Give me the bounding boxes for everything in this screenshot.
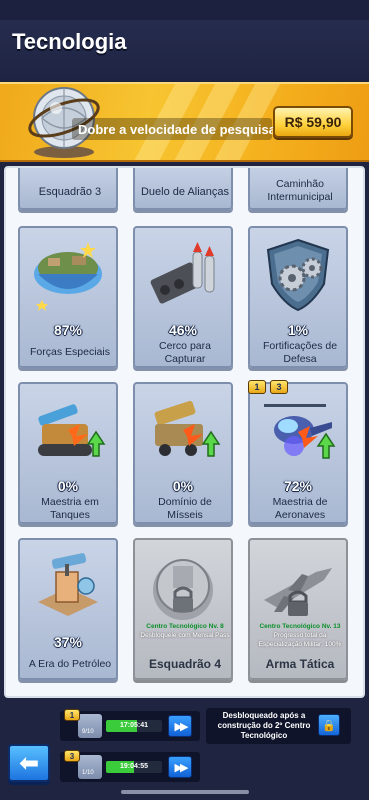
back-button[interactable]: ⬅ — [8, 744, 50, 782]
queue-timer: 17:05:41 — [119, 722, 149, 729]
tech-progress: 87% — [53, 322, 83, 338]
unlock-condition: Desbloqueie com Mensal Pass — [140, 632, 230, 639]
unlock-level: Centro Tecnológico Nv. 13 — [259, 623, 341, 630]
buy-button[interactable]: R$ 59,90 — [273, 106, 353, 138]
unlock-condition: Progresso total da Especialização Milita… — [258, 632, 342, 648]
unlock-requirement: Centro Tecnológico Nv. 13 Progresso tota… — [252, 622, 348, 649]
tech-card-name: Caminhão Intermunicipal — [267, 178, 333, 203]
gear-shield-icon — [266, 238, 330, 312]
tech-progress: 0% — [57, 478, 79, 494]
queue-count: 9/10 — [82, 729, 94, 735]
floating-island-icon — [34, 242, 102, 311]
locked-base-icon — [153, 559, 213, 620]
tech-card-name: Arma Tática — [265, 657, 335, 671]
tech-card-tactical-weapon[interactable]: Centro Tecnológico Nv. 13 Progresso tota… — [248, 538, 348, 680]
tech-progress: 46% — [168, 322, 198, 338]
tech-progress: 72% — [283, 478, 313, 494]
tech-progress: 0% — [172, 478, 194, 494]
helicopter-icon — [264, 404, 336, 459]
tank-icon — [38, 404, 106, 457]
status-bar — [0, 0, 369, 20]
tech-card-squad-3[interactable]: Esquadrão 3 — [18, 168, 118, 210]
unlock-level: Centro Tecnológico Nv. 8 — [146, 623, 224, 630]
tech-card-alliance-duel[interactable]: Duelo de Alianças — [133, 168, 233, 210]
rocket-launcher-icon — [150, 242, 215, 304]
queue-badge: 3 — [64, 750, 80, 762]
home-indicator — [121, 790, 249, 794]
tech-card-siege[interactable]: 46% Cerco para Capturar — [133, 226, 233, 368]
research-queue-2[interactable]: 3 1/10 19:04:55 ▶▶ — [60, 750, 200, 782]
speed-up-button[interactable]: ▶▶ — [168, 715, 192, 737]
tech-progress: 37% — [53, 634, 83, 650]
tech-card-squad-4[interactable]: Centro Tecnológico Nv. 8 Desbloqueie com… — [133, 538, 233, 680]
queue-progress-bar: 19:04:55 — [106, 761, 162, 773]
page-title: Tecnologia — [12, 29, 127, 54]
tech-card-name: Esquadrão 4 — [148, 657, 222, 671]
tech-card-name: Duelo de Alianças — [140, 186, 230, 198]
promo-banner[interactable]: Dobre a velocidade de pesquisa. R$ 59,90 — [0, 82, 369, 162]
tech-card-name: Fortificações de Defesa — [262, 340, 338, 365]
arrow-left-icon: ⬅ — [18, 749, 40, 777]
tech-card-name: Maestria em Tanques — [41, 496, 99, 521]
tech-card-aircraft[interactable]: 1 3 72% Maestria de Aeronaves — [248, 380, 348, 524]
lock-icon[interactable]: 🔒 — [318, 714, 340, 736]
locked-slot-text: Desbloqueado após a construção do 2º Cen… — [217, 711, 311, 740]
tech-grid: Esquadrão 3 Duelo de Alianças Caminhão I… — [4, 166, 365, 698]
tech-card-special-forces[interactable]: 87% Forças Especiais — [18, 226, 118, 368]
tech-card-missiles[interactable]: 0% Domínio de Mísseis — [133, 382, 233, 524]
research-queue-1[interactable]: 1 9/10 17:05:41 ▶▶ — [60, 709, 200, 741]
locked-queue-slot: Desbloqueado após a construção do 2º Cen… — [206, 708, 351, 744]
oil-pump-icon — [38, 553, 98, 616]
tech-card-name: A Era do Petróleo — [28, 658, 112, 670]
tech-card-tanks[interactable]: 0% Maestria em Tanques — [18, 382, 118, 524]
queue-progress-bar: 17:05:41 — [106, 720, 162, 732]
locked-jet-icon — [264, 568, 332, 616]
unlock-requirement: Centro Tecnológico Nv. 8 Desbloqueie com… — [137, 622, 233, 640]
queue-badge: 1 — [64, 709, 80, 721]
tech-card-name: Cerco para Capturar — [159, 340, 211, 365]
promo-text: Dobre a velocidade de pesquisa. — [72, 118, 280, 140]
header: Tecnologia — [0, 20, 369, 80]
tech-card-truck[interactable]: Caminhão Intermunicipal — [248, 168, 348, 210]
missile-truck-icon — [154, 400, 221, 457]
queue-timer: 19:04:55 — [119, 763, 149, 770]
tech-card-oil-era[interactable]: 37% A Era do Petróleo — [18, 538, 118, 680]
tech-card-name: Esquadrão 3 — [38, 186, 102, 198]
tech-card-name: Maestria de Aeronaves — [272, 496, 328, 521]
tech-card-name: Domínio de Mísseis — [158, 496, 212, 521]
queue-count: 1/10 — [82, 770, 94, 776]
tech-card-defense[interactable]: 1% Fortificações de Defesa — [248, 226, 348, 368]
speed-up-button[interactable]: ▶▶ — [168, 756, 192, 778]
tech-progress: 1% — [287, 322, 309, 338]
tech-card-name: Forças Especiais — [30, 346, 110, 358]
